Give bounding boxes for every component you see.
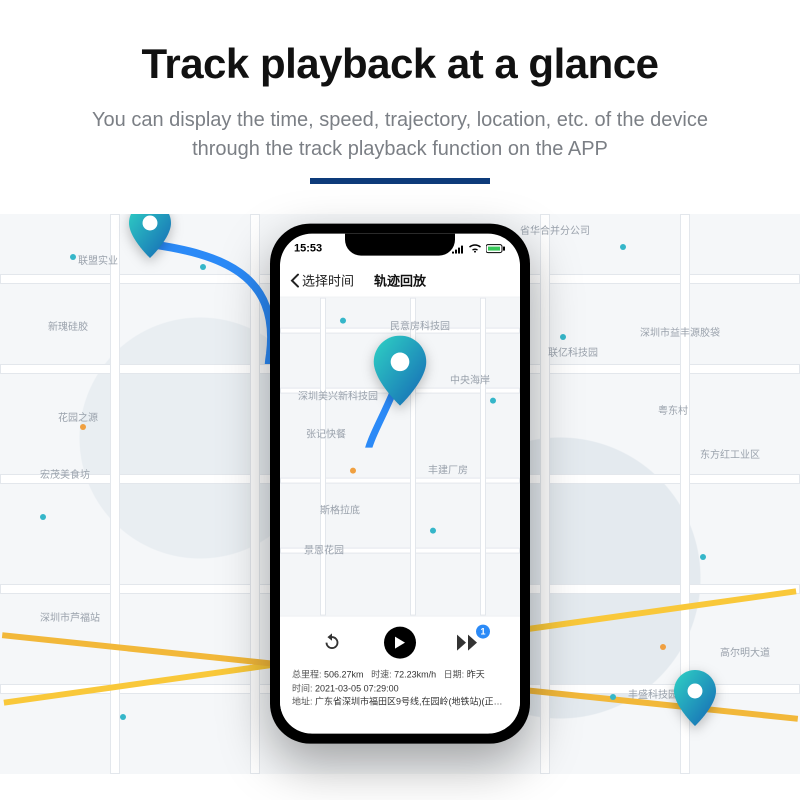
phone-notch — [345, 234, 455, 256]
hero-title: Track playback at a glance — [40, 40, 760, 88]
map-stage: 联盟实业 芳林园 省华合并分公司 新瑰硅胶 联亿科技园 深圳市益丰源胶袋 花园之… — [0, 214, 800, 774]
phone-map-view[interactable]: 民意房科技园 中央海岸 张记快餐 深圳美兴新科技园 丰建厂房 斯格拉底 景恩花园 — [280, 298, 520, 616]
status-time: 15:53 — [294, 243, 322, 255]
wifi-icon — [468, 244, 482, 254]
play-button[interactable] — [384, 627, 416, 659]
app-nav-bar: 选择时间 轨迹回放 — [280, 264, 520, 298]
back-button[interactable]: 选择时间 — [290, 271, 354, 290]
screen-title: 轨迹回放 — [374, 271, 426, 290]
hero-section: Track playback at a glance You can displ… — [0, 0, 800, 204]
fast-forward-icon — [456, 634, 480, 652]
speed-badge: 1 — [476, 625, 490, 639]
replay-button[interactable] — [318, 629, 346, 657]
playback-controls: 1 总里程: 506.27km 时速: 72.23km/h 日期: 昨天 时间:… — [280, 616, 520, 734]
address-line: 地址: 广东省深圳市福田区9号线,在园岭(地铁站)(正南)约24米 — [292, 696, 508, 710]
map-pin-icon — [122, 214, 178, 258]
play-icon — [394, 636, 406, 650]
map-pin-icon — [667, 670, 723, 726]
battery-icon — [486, 244, 506, 254]
fast-forward-button[interactable]: 1 — [454, 629, 482, 657]
hero-subtitle: You can display the time, speed, traject… — [80, 106, 720, 164]
time-line: 时间: 2021-03-05 07:29:00 — [292, 682, 508, 696]
status-indicators — [452, 244, 506, 254]
phone-mockup: 15:53 选择时间 轨迹回放 — [270, 224, 530, 744]
summary-line: 总里程: 506.27km 时速: 72.23km/h 日期: 昨天 — [292, 669, 508, 683]
replay-icon — [321, 632, 343, 654]
chevron-left-icon — [290, 273, 300, 287]
hero-underline — [310, 178, 490, 184]
map-pin-icon — [365, 336, 435, 406]
